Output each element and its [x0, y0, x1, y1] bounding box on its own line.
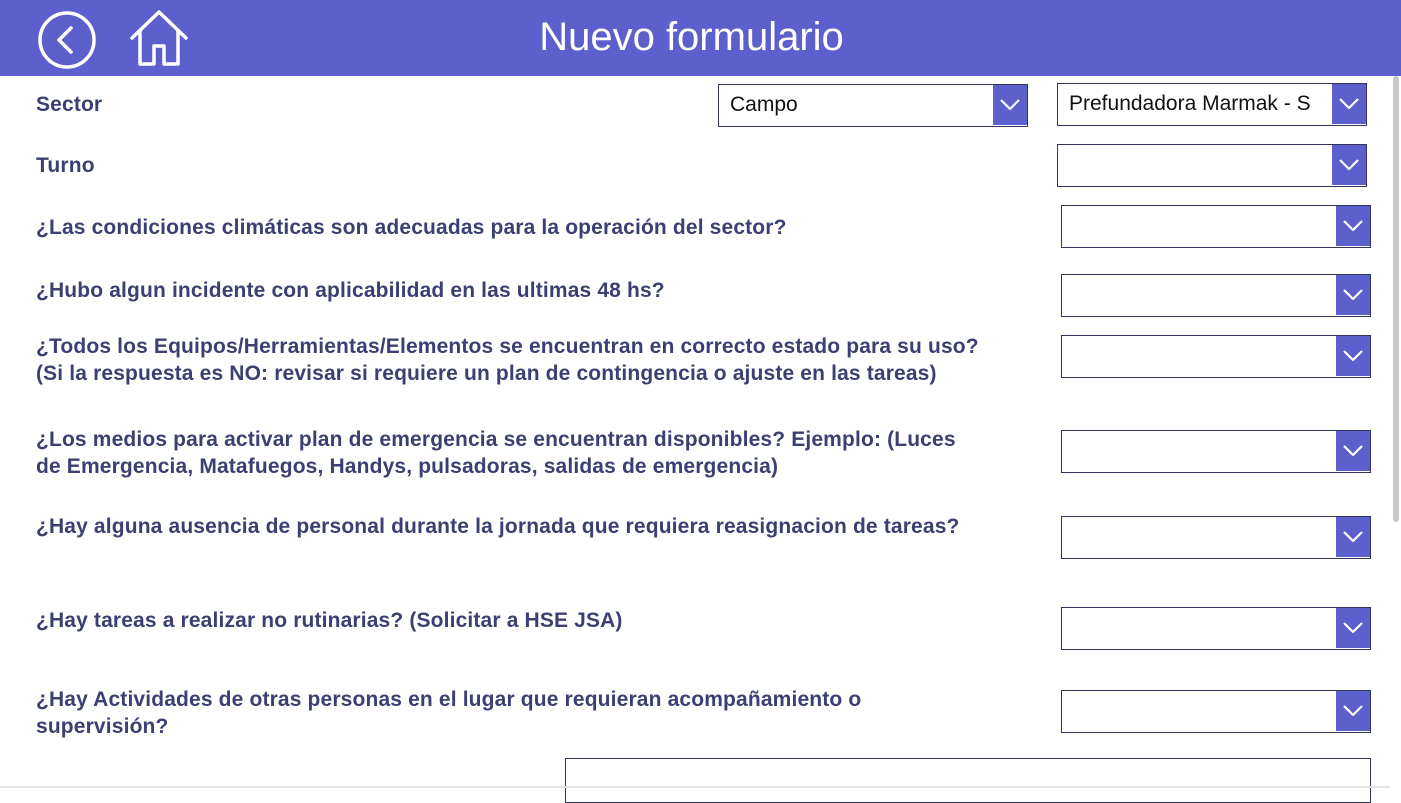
question-incident-dropdown[interactable] [1061, 274, 1371, 317]
equipment-dropdown-value: Prefundadora Marmak - S [1069, 92, 1311, 115]
chevron-down-icon [993, 85, 1027, 125]
equipment-dropdown[interactable]: Prefundadora Marmak - S [1057, 83, 1367, 126]
chevron-down-icon [1332, 145, 1366, 185]
question-climate-label: ¿Las condiciones climáticas son adecuada… [36, 216, 787, 239]
chevron-down-icon [1336, 336, 1370, 376]
home-icon [130, 10, 188, 66]
scrollbar-thumb[interactable] [1393, 76, 1399, 522]
app-header: Nuevo formulario [0, 0, 1401, 76]
sector-dropdown[interactable]: Campo [718, 84, 1028, 127]
chevron-down-icon [1336, 431, 1370, 471]
chevron-down-icon [1336, 691, 1370, 731]
question-supervision-dropdown[interactable] [1061, 690, 1371, 733]
vertical-scrollbar[interactable] [1390, 76, 1401, 788]
question-emergency-label: ¿Los medios para activar plan de emergen… [36, 428, 956, 478]
question-emergency-dropdown[interactable] [1061, 430, 1371, 473]
question-nonroutine-label: ¿Hay tareas a realizar no rutinarias? (S… [36, 609, 623, 632]
chevron-down-icon [1336, 608, 1370, 648]
question-absence-label: ¿Hay alguna ausencia de personal durante… [36, 515, 960, 538]
chevron-down-icon [1336, 275, 1370, 315]
home-button[interactable] [128, 8, 190, 68]
chevron-down-icon [1336, 206, 1370, 246]
sector-dropdown-value: Campo [730, 93, 798, 116]
question-equipment-dropdown[interactable] [1061, 335, 1371, 378]
chevron-down-icon [1332, 84, 1366, 124]
turno-dropdown[interactable] [1057, 144, 1367, 187]
back-arrow-circle-icon [38, 11, 96, 69]
question-climate-dropdown[interactable] [1061, 205, 1371, 248]
question-supervision-label: ¿Hay Actividades de otras personas en el… [36, 688, 862, 738]
question-absence-dropdown[interactable] [1061, 516, 1371, 559]
question-nonroutine-dropdown[interactable] [1061, 607, 1371, 650]
question-incident-label: ¿Hubo algun incidente con aplicabilidad … [36, 279, 665, 302]
chevron-down-icon [1336, 517, 1370, 557]
page-title: Nuevo formulario [539, 15, 844, 59]
back-button[interactable] [38, 11, 96, 69]
question-equipment-label: ¿Todos los Equipos/Herramientas/Elemento… [36, 335, 979, 385]
turno-label: Turno [36, 154, 95, 177]
comments-textbox[interactable] [565, 758, 1371, 803]
